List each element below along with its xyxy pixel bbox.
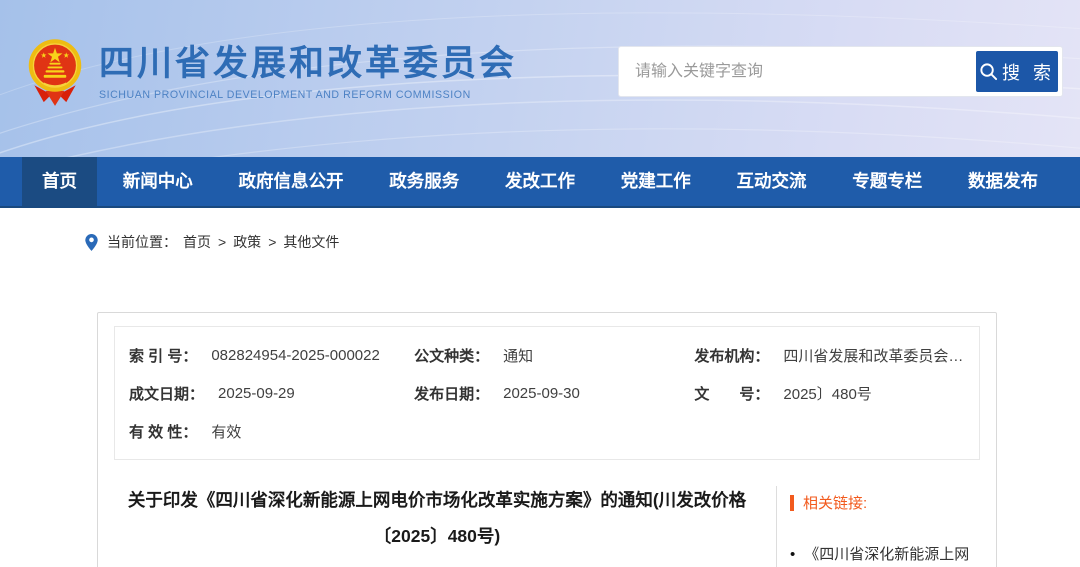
meta-value: 四川省发展和改革委员会 四川省... bbox=[783, 345, 965, 366]
search-icon bbox=[979, 62, 998, 81]
meta-value: 2025-09-30 bbox=[503, 385, 580, 402]
nav-item-gov-info[interactable]: 政府信息公开 bbox=[219, 157, 364, 206]
meta-label: 有 效 性： bbox=[129, 421, 197, 442]
site-brand[interactable]: 四川省发展和改革委员会 SICHUAN PROVINCIAL DEVELOPME… bbox=[25, 36, 517, 110]
meta-label: 发布日期： bbox=[414, 383, 489, 404]
brand-text: 四川省发展和改革委员会 SICHUAN PROVINCIAL DEVELOPME… bbox=[99, 45, 517, 102]
nav-item-data-release[interactable]: 数据发布 bbox=[948, 157, 1058, 206]
nav-item-interaction[interactable]: 互动交流 bbox=[717, 157, 827, 206]
meta-validity: 有 效 性： 有效 bbox=[129, 421, 424, 442]
related-links-list: • 《四川省深化新能源上网 bbox=[790, 543, 986, 567]
breadcrumb-other-docs[interactable]: 其他文件 bbox=[283, 232, 339, 252]
breadcrumb-policy[interactable]: 政策 bbox=[233, 232, 261, 252]
document-body: 关于印发《四川省深化新能源上网电价市场化改革实施方案》的通知(川发改价格〔202… bbox=[98, 482, 996, 567]
meta-label: 成文日期： bbox=[129, 383, 204, 404]
orange-bar-icon bbox=[790, 495, 794, 511]
document-meta-table: 索 引 号： 082824954-2025-000022 公文种类： 通知 发布… bbox=[114, 326, 980, 460]
related-links-panel: 相关链接: • 《四川省深化新能源上网 bbox=[777, 482, 996, 567]
meta-value: 有效 bbox=[211, 421, 241, 442]
related-link[interactable]: • 《四川省深化新能源上网 bbox=[790, 543, 986, 567]
main-nav: 首页 新闻中心 政府信息公开 政务服务 发改工作 党建工作 互动交流 专题专栏 … bbox=[0, 157, 1080, 208]
document-title: 关于印发《四川省深化新能源上网电价市场化改革实施方案》的通知(川发改价格〔202… bbox=[124, 482, 750, 554]
search-button[interactable]: 搜 索 bbox=[976, 51, 1058, 92]
document-main: 关于印发《四川省深化新能源上网电价市场化改革实施方案》的通知(川发改价格〔202… bbox=[98, 482, 776, 567]
national-emblem-icon bbox=[25, 36, 85, 110]
related-link-label: 《四川省深化新能源上网 bbox=[804, 543, 969, 567]
meta-value: 2025〕480号 bbox=[783, 383, 871, 404]
meta-doc-number: 文 号： 2025〕480号 bbox=[694, 383, 965, 404]
meta-label: 发布机构： bbox=[694, 345, 769, 366]
meta-row: 有 效 性： 有效 bbox=[115, 412, 979, 450]
meta-issuing-agency: 发布机构： 四川省发展和改革委员会 四川省... bbox=[694, 345, 965, 366]
site-subtitle: SICHUAN PROVINCIAL DEVELOPMENT AND REFOR… bbox=[99, 89, 517, 101]
meta-label: 索 引 号： bbox=[129, 345, 197, 366]
site-header: 四川省发展和改革委员会 SICHUAN PROVINCIAL DEVELOPME… bbox=[0, 0, 1080, 157]
meta-doc-type: 公文种类： 通知 bbox=[414, 345, 694, 366]
location-pin-icon bbox=[85, 234, 98, 251]
meta-label: 文 号： bbox=[694, 383, 769, 404]
related-links-header: 相关链接: bbox=[790, 492, 986, 513]
nav-item-news[interactable]: 新闻中心 bbox=[103, 157, 213, 206]
meta-publish-date: 发布日期： 2025-09-30 bbox=[414, 383, 694, 404]
nav-item-ndrc-work[interactable]: 发改工作 bbox=[485, 157, 595, 206]
meta-row: 索 引 号： 082824954-2025-000022 公文种类： 通知 发布… bbox=[115, 336, 979, 374]
meta-index-number: 索 引 号： 082824954-2025-000022 bbox=[129, 345, 414, 366]
bullet-icon: • bbox=[790, 543, 795, 567]
meta-value: 082824954-2025-000022 bbox=[211, 347, 380, 364]
nav-item-special-topics[interactable]: 专题专栏 bbox=[832, 157, 942, 206]
search-button-label: 搜 索 bbox=[1002, 59, 1055, 85]
nav-item-party-work[interactable]: 党建工作 bbox=[601, 157, 711, 206]
search-input[interactable] bbox=[619, 47, 976, 96]
site-title: 四川省发展和改革委员会 bbox=[99, 45, 517, 84]
search-box: 搜 索 bbox=[619, 47, 1062, 96]
breadcrumb-label: 当前位置： bbox=[107, 232, 177, 252]
meta-value: 通知 bbox=[503, 345, 533, 366]
document-card: 索 引 号： 082824954-2025-000022 公文种类： 通知 发布… bbox=[97, 312, 997, 567]
meta-label: 公文种类： bbox=[414, 345, 489, 366]
page: 四川省发展和改革委员会 SICHUAN PROVINCIAL DEVELOPME… bbox=[0, 0, 1080, 567]
related-links-title: 相关链接: bbox=[803, 492, 867, 513]
breadcrumb: 当前位置： 首页 > 政策 > 其他文件 bbox=[85, 232, 1080, 252]
breadcrumb-home[interactable]: 首页 bbox=[183, 232, 211, 252]
nav-item-services[interactable]: 政务服务 bbox=[369, 157, 479, 206]
meta-written-date: 成文日期： 2025-09-29 bbox=[129, 383, 414, 404]
breadcrumb-separator: > bbox=[218, 234, 226, 250]
breadcrumb-separator: > bbox=[268, 234, 276, 250]
meta-value: 2025-09-29 bbox=[218, 385, 295, 402]
nav-item-home[interactable]: 首页 bbox=[22, 157, 97, 206]
meta-row: 成文日期： 2025-09-29 发布日期： 2025-09-30 文 号： 2… bbox=[115, 374, 979, 412]
